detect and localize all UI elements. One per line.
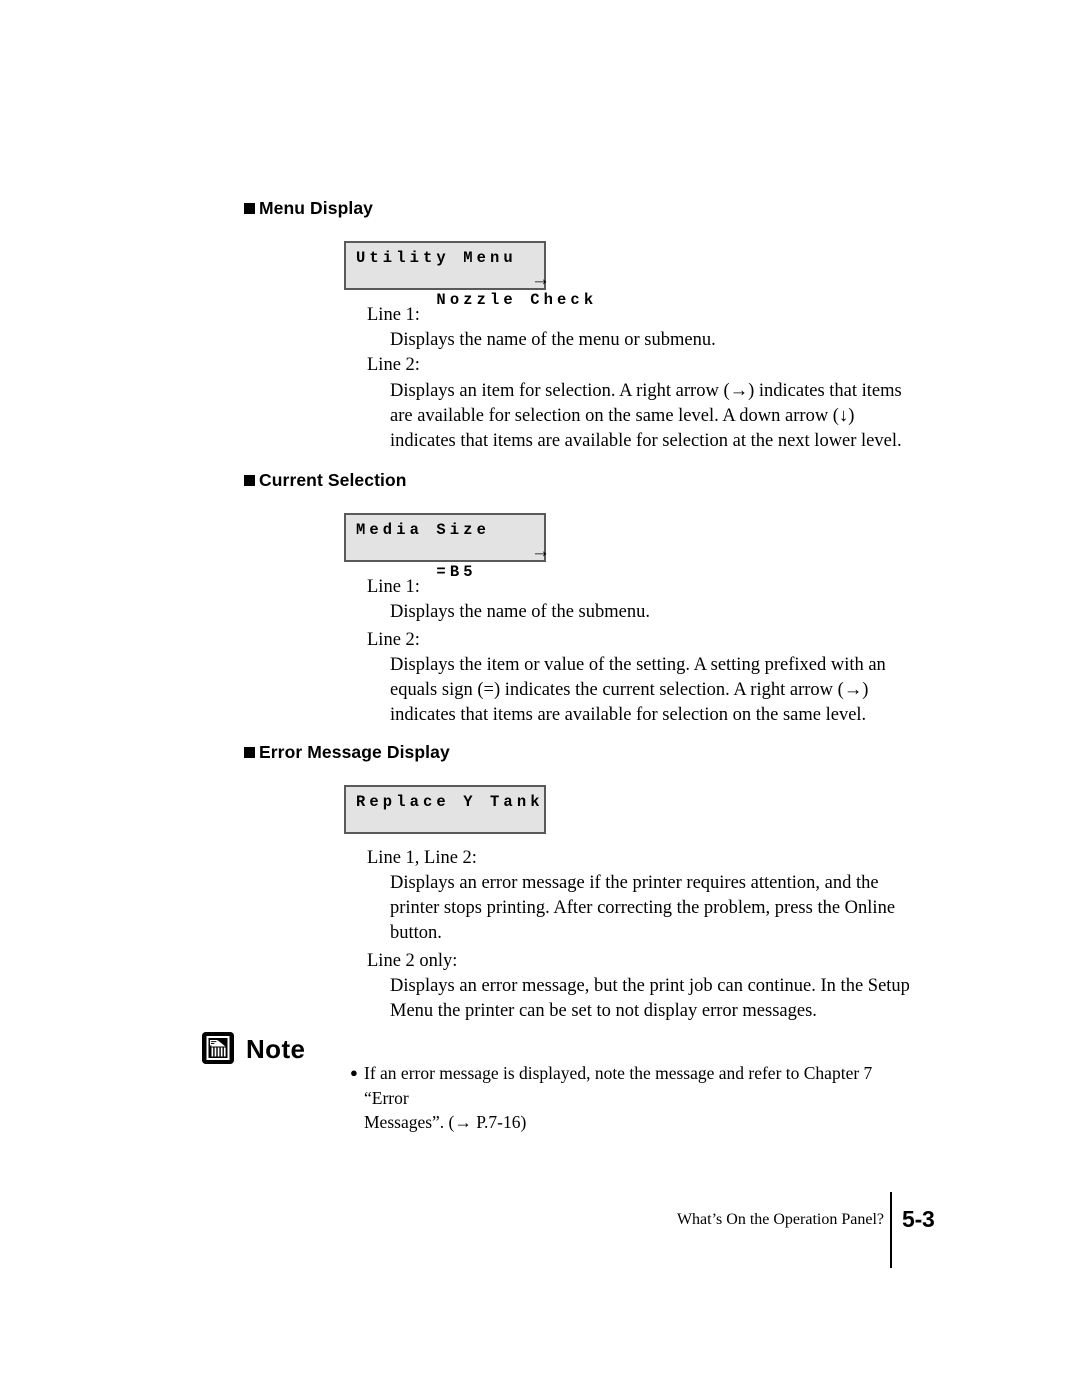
footer-chapter-title: What’s On the Operation Panel? [676, 1211, 884, 1228]
lcd-panel-menu-display: Utility Menu Nozzle Check → [344, 241, 593, 309]
definition-line-2-only: Displays an error message, but the print… [390, 974, 910, 1024]
definition-text: button. [390, 923, 442, 944]
definition-text: equals sign (=) indicates the current se… [390, 680, 869, 701]
note-bullet-item: ● If an error message is displayed, note… [350, 1061, 890, 1110]
definition-text: Menu the printer can be set to not displ… [390, 1001, 817, 1022]
footer-page-number: 5-3 [902, 1206, 935, 1232]
bullet-dot-icon: ● [350, 1065, 358, 1080]
definition-text: Displays an error message, but the print… [390, 976, 910, 996]
right-arrow-icon: → [531, 269, 550, 290]
definition-text: Displays the item or value of the settin… [390, 655, 886, 675]
definition-text: indicates that items are available for s… [390, 431, 902, 452]
document-page: Menu Display Utility Menu Nozzle Check →… [0, 0, 1080, 1397]
definition-line-2: Displays an item for selection. A right … [390, 379, 910, 455]
term-line-2: Line 2: [367, 355, 420, 375]
definition-line-2: Displays the item or value of the settin… [390, 653, 900, 729]
note-bullet-text: If an error message is displayed, note t… [364, 1063, 873, 1108]
section-heading-error-message-display: Error Message Display [244, 742, 450, 763]
definition-text: indicates that items are available for s… [390, 705, 867, 726]
section-heading-label: Current Selection [259, 470, 407, 490]
lcd-line-2-text: Nozzle Check [436, 291, 598, 309]
term-line-2: Line 2: [367, 630, 420, 650]
note-body: ● If an error message is displayed, note… [350, 1061, 890, 1135]
lcd-line-2-text: =B5 [436, 563, 477, 581]
note-header: Note [202, 1032, 305, 1064]
section-heading-label: Menu Display [259, 198, 374, 218]
lcd-panel-current-selection: Media Size =B5 → [344, 513, 550, 581]
lcd-panel-error-message: Replace Y Tank [344, 785, 546, 834]
term-line-1: Line 1: [367, 305, 420, 325]
footer-divider [890, 1192, 892, 1268]
definition-text: Displays the name of the submenu. [390, 602, 650, 622]
definition-text: printer stops printing. After correcting… [390, 898, 896, 919]
square-bullet-icon [244, 475, 255, 486]
section-heading-label: Error Message Display [259, 742, 450, 762]
square-bullet-icon [244, 747, 255, 758]
section-heading-menu-display: Menu Display [244, 198, 373, 219]
term-line-1-line-2: Line 1, Line 2: [367, 848, 477, 868]
lcd-line-1: Media Size [356, 521, 491, 539]
definition-text: are available for selection on the same … [390, 406, 855, 427]
term-line-2-only: Line 2 only: [367, 951, 458, 971]
lcd-line-1: Utility Menu [356, 249, 517, 267]
definition-line-1: Displays the name of the submenu. [390, 600, 910, 625]
note-label: Note [246, 1034, 306, 1064]
term-line-1: Line 1: [367, 577, 420, 597]
definition-text: Displays the name of the menu or submenu… [390, 330, 716, 350]
right-arrow-icon: → [531, 541, 550, 562]
note-memo-icon [202, 1032, 234, 1064]
definition-line-1: Displays the name of the menu or submenu… [390, 328, 910, 353]
lcd-line-2: =B5 → [356, 541, 550, 581]
note-bullet-text-continued: Messages”. (→ P.7-16) [364, 1112, 527, 1132]
section-heading-current-selection: Current Selection [244, 470, 407, 491]
definition-text: Displays an error message if the printer… [390, 873, 879, 893]
lcd-line-2: Nozzle Check → [356, 269, 593, 309]
square-bullet-icon [244, 203, 255, 214]
lcd-line-1: Replace Y Tank [356, 793, 544, 811]
definition-text: Displays an item for selection. A right … [390, 381, 902, 401]
definition-line-1-line-2: Displays an error message if the printer… [390, 871, 910, 947]
lcd-line-2 [356, 813, 544, 834]
